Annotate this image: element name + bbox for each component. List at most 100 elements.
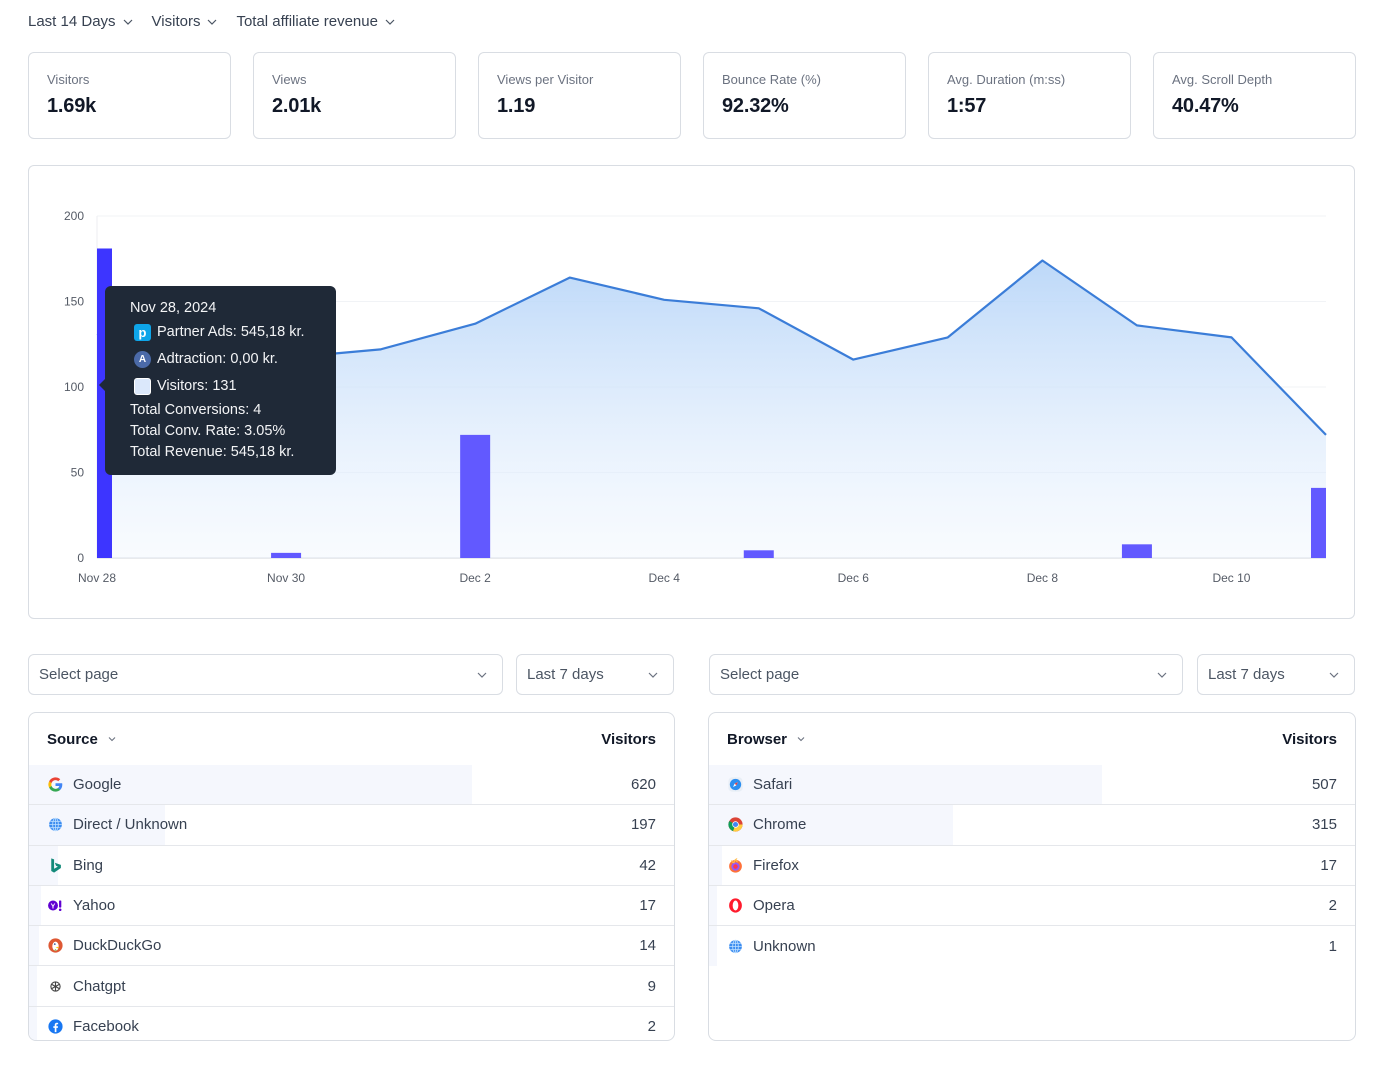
tooltip-total-revenue: Total Revenue: 545,18 kr. xyxy=(130,444,295,460)
source-row[interactable]: DuckDuckGo 14 xyxy=(29,926,674,967)
row-share-bar xyxy=(709,845,722,885)
stat-value: 40.47% xyxy=(1172,95,1239,117)
tooltip-date: Nov 28, 2024 xyxy=(130,300,217,316)
x-tick-label: Dec 2 xyxy=(459,571,491,585)
stat-value: 1.69k xyxy=(47,95,97,117)
tooltip-row-adtraction: A Adtraction: 0,00 kr. xyxy=(134,346,336,373)
row-label: Safari xyxy=(727,776,792,793)
row-value: 315 xyxy=(1311,816,1337,834)
primary-metric-dropdown[interactable]: Visitors xyxy=(152,13,219,30)
stat-card-views-per-visitor[interactable]: Views per Visitor 1.19 xyxy=(478,52,681,139)
revenue-bar[interactable] xyxy=(460,434,491,558)
duckduckgo-icon xyxy=(47,937,64,954)
revenue-bar[interactable] xyxy=(1311,487,1326,558)
source-dimension-dropdown[interactable]: Source xyxy=(47,731,118,748)
secondary-metric-label: Total affiliate revenue xyxy=(236,13,378,30)
visitors-swatch-icon xyxy=(134,378,151,395)
partner-ads-icon: p xyxy=(134,324,151,341)
row-label: Unknown xyxy=(727,938,816,955)
row-name: Chrome xyxy=(753,816,807,834)
source-row[interactable]: Direct / Unknown 197 xyxy=(29,805,674,846)
row-name: Google xyxy=(73,776,122,794)
firefox-icon xyxy=(727,857,744,874)
browsers-panel-header: Browser Visitors xyxy=(709,713,1355,765)
row-name: Chatgpt xyxy=(73,977,126,995)
browser-row[interactable]: Opera 2 xyxy=(709,885,1355,927)
row-value: 507 xyxy=(1311,776,1337,794)
y-tick-label: 150 xyxy=(64,295,84,309)
browser-range-select-value: Last 7 days xyxy=(1208,666,1285,683)
tooltip-row-visitors: Visitors: 131 xyxy=(134,373,336,400)
row-name: Bing xyxy=(73,856,104,874)
row-value: 17 xyxy=(639,897,656,915)
adtraction-icon: A xyxy=(134,351,151,368)
browser-row[interactable]: Safari 507 xyxy=(709,765,1355,806)
source-page-select[interactable]: Select page xyxy=(28,654,503,695)
browsers-panel: Browser Visitors Safari 507 Chrome 315 Firef… xyxy=(708,712,1356,1041)
stat-card-bounce-rate[interactable]: Bounce Rate (%) 92.32% xyxy=(703,52,906,139)
stat-label: Views per Visitor xyxy=(497,72,594,87)
browser-row[interactable]: Chrome 315 xyxy=(709,805,1355,846)
browser-metric-header: Visitors xyxy=(1282,730,1337,748)
stat-label: Views xyxy=(272,72,307,87)
source-row[interactable]: Chatgpt 9 xyxy=(29,966,674,1007)
secondary-metric-dropdown[interactable]: Total affiliate revenue xyxy=(236,13,395,30)
chart-tooltip: Nov 28, 2024 p Partner Ads: 545,18 kr. A… xyxy=(99,286,336,475)
row-label: Opera xyxy=(727,897,795,914)
row-name: Firefox xyxy=(753,856,799,874)
stat-label: Bounce Rate (%) xyxy=(722,72,821,87)
row-value: 9 xyxy=(647,977,656,995)
tooltip-row-partner-ads: p Partner Ads: 545,18 kr. xyxy=(134,319,336,346)
stat-card-visitors[interactable]: Visitors 1.69k xyxy=(28,52,231,139)
browser-dimension-dropdown[interactable]: Browser xyxy=(727,731,807,748)
row-value: 14 xyxy=(639,937,656,955)
date-range-dropdown[interactable]: Last 14 Days xyxy=(28,13,134,30)
browser-row[interactable]: Firefox 17 xyxy=(709,845,1355,886)
visitors-revenue-chart[interactable]: 0 50 100 150 200 Nov 28 Nov 30 Dec 2 Dec 4 Dec 6 D… xyxy=(28,165,1355,619)
row-name: Yahoo xyxy=(73,897,116,915)
y-tick-label: 0 xyxy=(77,551,84,565)
source-range-select[interactable]: Last 7 days xyxy=(516,654,674,695)
row-value: 2 xyxy=(1328,897,1337,915)
stat-cards: Visitors 1.69k Views 2.01k Views per Vis… xyxy=(28,52,1356,139)
chatgpt-icon xyxy=(47,978,64,995)
tooltip-partner-ads-text: Partner Ads: 545,18 kr. xyxy=(157,324,305,340)
x-tick-label: Dec 10 xyxy=(1212,571,1250,585)
source-row[interactable]: Y Yahoo 17 xyxy=(29,885,674,927)
source-range-select-value: Last 7 days xyxy=(527,666,604,683)
row-label: Chrome xyxy=(727,816,806,833)
svg-text:Y: Y xyxy=(51,902,56,910)
revenue-bar[interactable] xyxy=(1121,544,1152,558)
source-row[interactable]: Bing 42 xyxy=(29,845,674,886)
row-value: 17 xyxy=(1320,856,1337,874)
x-tick-label: Dec 6 xyxy=(838,571,870,585)
browser-dimension-label: Browser xyxy=(727,730,788,748)
stat-card-scroll-depth[interactable]: Avg. Scroll Depth 40.47% xyxy=(1153,52,1356,139)
safari-icon xyxy=(727,776,744,793)
stat-value: 2.01k xyxy=(272,95,322,117)
row-label: Chatgpt xyxy=(47,978,126,995)
browser-page-select[interactable]: Select page xyxy=(709,654,1183,695)
stat-card-views[interactable]: Views 2.01k xyxy=(253,52,456,139)
x-tick-label: Dec 8 xyxy=(1027,571,1059,585)
chevron-down-icon xyxy=(384,16,396,28)
browser-row[interactable]: Unknown 1 xyxy=(709,926,1355,967)
chevron-down-icon xyxy=(1156,669,1168,681)
stat-card-avg-duration[interactable]: Avg. Duration (m:ss) 1:57 xyxy=(928,52,1131,139)
top-filters: Last 14 Days Visitors Total affiliate re… xyxy=(28,13,396,30)
source-row[interactable]: Facebook 2 xyxy=(29,1006,674,1040)
chevron-down-icon xyxy=(476,669,488,681)
source-row[interactable]: Google 620 xyxy=(29,765,674,806)
chevron-down-icon xyxy=(106,733,118,745)
revenue-bar[interactable] xyxy=(743,550,774,558)
browser-page-select-value: Select page xyxy=(720,666,800,683)
stat-label: Avg. Duration (m:ss) xyxy=(947,72,1066,87)
browser-range-select[interactable]: Last 7 days xyxy=(1197,654,1355,695)
row-name: DuckDuckGo xyxy=(73,937,162,955)
row-name: Opera xyxy=(753,897,795,915)
chevron-down-icon xyxy=(795,733,807,745)
date-range-label: Last 14 Days xyxy=(28,13,116,30)
y-tick-label: 200 xyxy=(64,209,84,223)
revenue-bar[interactable] xyxy=(271,552,302,558)
stat-value: 1:57 xyxy=(947,95,987,117)
